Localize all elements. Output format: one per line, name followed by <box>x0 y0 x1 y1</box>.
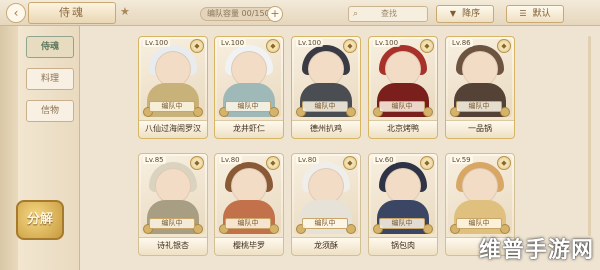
watermark: 维普手游网 <box>478 238 594 263</box>
team-status-badge: 编队中 <box>379 218 425 229</box>
scrollbar[interactable] <box>588 36 591 236</box>
team-status-badge: 编队中 <box>302 101 348 112</box>
character-name: 龙井虾仁 <box>215 120 283 136</box>
character-name: 锅包肉 <box>369 237 437 253</box>
team-status-badge: 编队中 <box>149 101 195 112</box>
rarity-icon: ◆ <box>190 39 204 53</box>
character-face <box>155 168 191 204</box>
filter-icon: ☰ <box>519 9 527 18</box>
character-card[interactable]: Lv.100 ◆ 编队中八仙过海闹罗汉 <box>138 36 208 139</box>
team-capacity-text: 编队容量 00/150 <box>207 9 270 18</box>
team-status-badge: 编队中 <box>225 101 271 112</box>
rarity-icon: ◆ <box>343 156 357 170</box>
character-face <box>308 168 344 204</box>
character-name: 诗礼银杏 <box>139 237 207 253</box>
back-arrow-icon: ‹ <box>13 6 19 20</box>
level-label: Lv.80 <box>296 156 319 164</box>
level-label: Lv.100 <box>296 39 324 47</box>
character-face <box>385 51 421 87</box>
sort-desc-label: 降序 <box>462 9 481 19</box>
team-status-badge: 编队中 <box>225 218 271 229</box>
team-status-badge: 编队中 <box>456 218 502 229</box>
character-name: 樱桃毕罗 <box>215 237 283 253</box>
rarity-icon: ◆ <box>190 156 204 170</box>
character-face <box>155 51 191 87</box>
tab-shihun[interactable]: 侍魂 <box>26 36 74 58</box>
character-face <box>385 168 421 204</box>
character-face <box>308 51 344 87</box>
decompose-button[interactable]: 分解 <box>16 200 64 240</box>
rarity-icon: ◆ <box>266 39 280 53</box>
rarity-icon: ◆ <box>343 39 357 53</box>
team-capacity: 编队容量 00/150 + <box>200 6 283 22</box>
character-face <box>231 51 267 87</box>
sort-default-label: 默认 <box>532 9 551 19</box>
character-name: 龙须酥 <box>292 237 360 253</box>
level-label: Lv.86 <box>450 39 473 47</box>
level-label: Lv.85 <box>143 156 166 164</box>
rarity-icon: ◆ <box>420 39 434 53</box>
character-card[interactable]: Lv.100 ◆ 编队中德州扒鸡 <box>291 36 361 139</box>
rarity-icon: ◆ <box>497 156 511 170</box>
team-status-badge: 编队中 <box>379 101 425 112</box>
character-name: 德州扒鸡 <box>292 120 360 136</box>
star-icon[interactable]: ★ <box>120 5 130 18</box>
team-status-badge: 编队中 <box>302 218 348 229</box>
character-name: 北京烤鸭 <box>369 120 437 136</box>
character-card[interactable]: Lv.85 ◆ 编队中诗礼银杏 <box>138 153 208 256</box>
top-bar: ‹ 侍魂 ★ 编队容量 00/150 + ⌕ 查找 ▼ 降序 ☰ 默认 <box>0 0 600 26</box>
tab-liaoli[interactable]: 料理 <box>26 68 74 90</box>
level-label: Lv.80 <box>219 156 242 164</box>
rarity-icon: ◆ <box>420 156 434 170</box>
sort-default-button[interactable]: ☰ 默认 <box>506 5 564 23</box>
sort-desc-button[interactable]: ▼ 降序 <box>436 5 494 23</box>
character-card[interactable]: Lv.100 ◆ 编队中北京烤鸭 <box>368 36 438 139</box>
character-card[interactable]: Lv.60 ◆ 编队中锅包肉 <box>368 153 438 256</box>
rarity-icon: ◆ <box>266 156 280 170</box>
character-face <box>231 168 267 204</box>
character-card[interactable]: Lv.86 ◆ 编队中一品锅 <box>445 36 515 139</box>
character-face <box>462 168 498 204</box>
search-input[interactable]: ⌕ 查找 <box>348 6 428 22</box>
team-status-badge: 编队中 <box>149 218 195 229</box>
character-face <box>462 51 498 87</box>
character-name: 八仙过海闹罗汉 <box>139 120 207 136</box>
search-placeholder: 查找 <box>381 9 397 18</box>
level-label: Lv.100 <box>219 39 247 47</box>
sort-icon: ▼ <box>449 9 457 18</box>
search-icon: ⌕ <box>353 9 359 19</box>
level-label: Lv.100 <box>143 39 171 47</box>
team-status-badge: 编队中 <box>456 101 502 112</box>
level-label: Lv.59 <box>450 156 473 164</box>
rarity-icon: ◆ <box>497 39 511 53</box>
character-card[interactable]: Lv.80 ◆ 编队中樱桃毕罗 <box>214 153 284 256</box>
level-label: Lv.100 <box>373 39 401 47</box>
tab-xinwu[interactable]: 信物 <box>26 100 74 122</box>
character-card[interactable]: Lv.80 ◆ 编队中龙须酥 <box>291 153 361 256</box>
level-label: Lv.60 <box>373 156 396 164</box>
character-card[interactable]: Lv.100 ◆ 编队中龙井虾仁 <box>214 36 284 139</box>
page-title: 侍魂 <box>28 2 116 24</box>
add-capacity-button[interactable]: + <box>267 6 283 22</box>
character-name: 一品锅 <box>446 120 514 136</box>
back-button[interactable]: ‹ <box>6 3 26 23</box>
